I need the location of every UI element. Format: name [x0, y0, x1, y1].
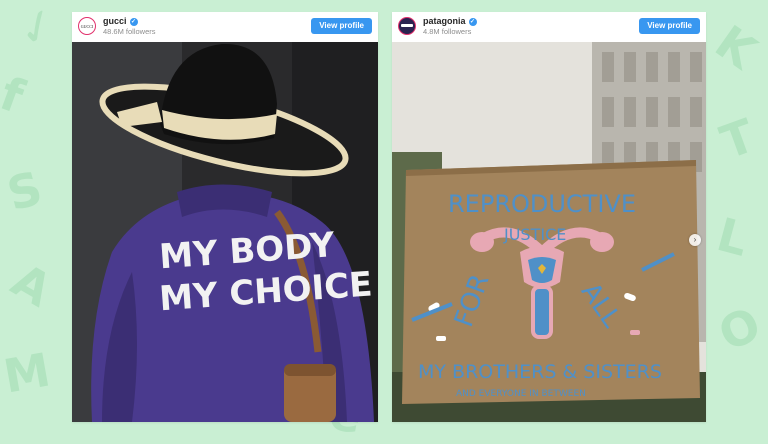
sign-title-2: JUSTICE [503, 225, 566, 244]
sign-bottom-2: AND EVERYONE IN BETWEEN [456, 389, 586, 399]
background-letter: A [2, 252, 61, 318]
post-card-gucci: GUCCI gucci ✓ 48.6M followers View profil… [72, 12, 378, 422]
follower-count: 48.6M followers [103, 27, 156, 36]
verified-badge-icon: ✓ [468, 18, 477, 26]
sign-title: REPRODUCTIVE [448, 190, 636, 218]
background-letter: M [0, 342, 55, 404]
avatar-logo-text: GUCCI [80, 24, 94, 29]
post-photo[interactable]: REPRODUCTIVE JUSTICE FOR ALL MY BROTHERS… [392, 42, 706, 422]
avatar-logo-mark [401, 24, 413, 27]
background-letter: T [713, 108, 762, 170]
username-text: patagonia [423, 16, 466, 26]
profile-avatar[interactable] [398, 17, 416, 35]
runway-model-hat-icon: MY BODY MY CHOICE [72, 42, 378, 422]
background-letter: ✓ [8, 0, 67, 60]
chevron-right-icon[interactable]: › [689, 234, 701, 246]
background-letter: L [711, 207, 754, 267]
post-card-patagonia: patagonia✓ 4.8M followers View profile [392, 12, 706, 422]
profile-avatar[interactable]: GUCCI [78, 17, 96, 35]
sign-bottom: MY BROTHERS & SISTERS [418, 361, 662, 383]
background-letter: S [1, 160, 48, 222]
view-profile-button[interactable]: View profile [311, 18, 372, 34]
background-letter: K [705, 14, 766, 80]
post-photo[interactable]: MY BODY MY CHOICE [72, 42, 378, 422]
post-header: GUCCI gucci ✓ 48.6M followers View profil… [72, 12, 378, 42]
protest-sign-icon: REPRODUCTIVE JUSTICE FOR ALL MY BROTHERS… [392, 42, 706, 422]
post-header: patagonia ✓ 4.8M followers View profile [392, 12, 706, 42]
username-link[interactable]: gucci ✓ [103, 16, 138, 26]
verified-badge-icon: ✓ [129, 18, 138, 26]
username-text: gucci [103, 16, 127, 26]
username-link[interactable]: patagonia ✓ [423, 16, 477, 26]
view-profile-button[interactable]: View profile [639, 18, 700, 34]
background-letter: f [0, 66, 31, 124]
background-letter: O [710, 296, 768, 362]
follower-count: 4.8M followers [423, 27, 472, 36]
